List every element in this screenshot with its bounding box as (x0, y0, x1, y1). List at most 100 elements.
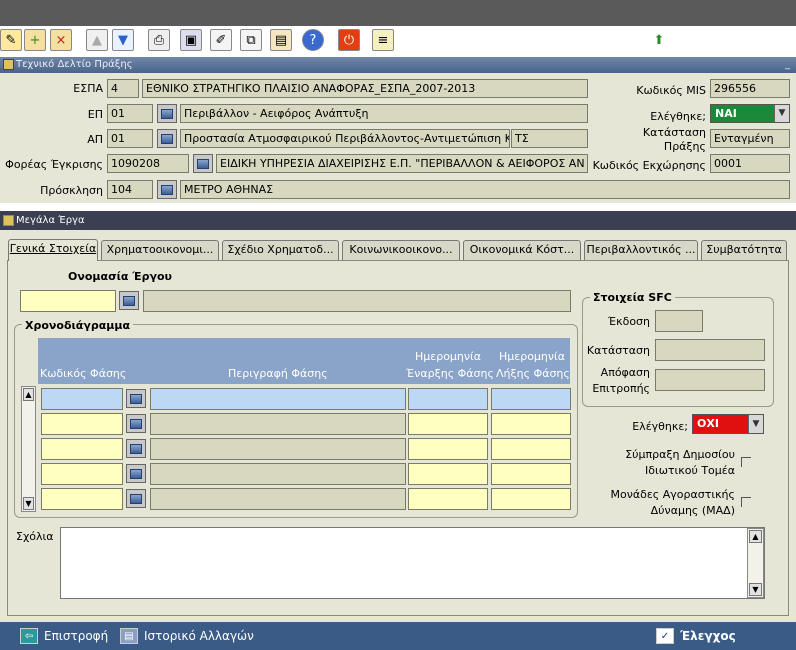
phase-desc-cell[interactable] (150, 438, 406, 460)
phase-lov-button[interactable] (126, 414, 146, 433)
history-icon: ▤ (120, 628, 138, 644)
save-icon[interactable]: ▣ (180, 29, 202, 51)
phase-lov-button[interactable] (126, 489, 146, 508)
comments-textarea[interactable] (60, 527, 765, 599)
project-name-field[interactable] (143, 290, 571, 312)
window-icon (3, 59, 14, 70)
phase-start-cell[interactable] (408, 488, 488, 510)
ppp-checkbox[interactable] (741, 457, 751, 467)
sfc-status-field[interactable] (655, 339, 765, 361)
toolbar: ✎ + × ▲ ▼ ⎙ ▣ ✐ ⧉ ▤ ? ⏻ ≡ ⬆ (0, 26, 796, 56)
tab-financial[interactable]: Χρηματοοικονομι... (101, 240, 219, 260)
phase-end-cell[interactable] (491, 438, 571, 460)
espa-code-field[interactable]: 4 (107, 79, 139, 98)
phase-start-cell[interactable] (408, 438, 488, 460)
phase-start-cell[interactable] (408, 388, 488, 410)
sfc-decision-field[interactable] (655, 369, 765, 391)
foreas-lov-button[interactable] (193, 154, 213, 173)
tab-environmental[interactable]: Περιβαλλοντικός ... (584, 240, 698, 260)
project-checked-dropdown[interactable]: ΟΧΙ ▼ (692, 414, 764, 434)
phase-start-cell[interactable] (408, 463, 488, 485)
back-button[interactable]: ⇦ Επιστροφή (20, 628, 108, 644)
phase-lov-button[interactable] (126, 464, 146, 483)
phase-lov-button[interactable] (126, 439, 146, 458)
ep-desc-field[interactable]: Περιβάλλον - Αειφόρος Ανάπτυξη (180, 104, 588, 123)
check-button[interactable]: ✓ Έλεγχος (656, 628, 736, 644)
ap-code-field[interactable]: 01 (107, 129, 153, 148)
phase-end-cell[interactable] (491, 488, 571, 510)
copy-icon[interactable]: ⧉ (240, 29, 262, 51)
list-icon[interactable]: ≡ (372, 29, 394, 51)
prosklisi-lov-button[interactable] (157, 180, 177, 199)
phase-end-cell[interactable] (491, 463, 571, 485)
phase-code-cell[interactable] (41, 463, 123, 485)
foreas-code-field[interactable]: 1090208 (107, 154, 189, 173)
history-button[interactable]: ▤ Ιστορικό Αλλαγών (120, 628, 254, 644)
sfc-edition-label: Έκδοση (607, 315, 650, 328)
list-of-values-icon (130, 418, 142, 429)
espa-desc-field[interactable]: ΕΘΝΙΚΟ ΣΤΡΑΤΗΓΙΚΟ ΠΛΑΙΣΙΟ ΑΝΑΦΟΡΑΣ_ΕΣΠΑ_… (142, 79, 588, 98)
edit-icon[interactable]: ✎ (0, 29, 22, 51)
down-arrow-icon[interactable]: ▼ (112, 29, 134, 51)
project-code-field[interactable] (20, 290, 116, 312)
minimize-icon[interactable]: _ (785, 57, 790, 73)
tab-socioeconomic[interactable]: Κοινωνικοοικονο... (342, 240, 460, 260)
scroll-up-icon[interactable]: ▲ (23, 388, 34, 401)
tab-compatibility[interactable]: Συμβατότητα (701, 240, 787, 260)
ekxorisi-label: Κωδικός Εκχώρησης (592, 159, 706, 172)
project-lov-button[interactable] (119, 291, 139, 310)
timeline-scrollbar[interactable]: ▲ ▼ (21, 386, 36, 512)
scroll-up-icon[interactable]: ▲ (749, 530, 762, 543)
projects-panel-title: Μεγάλα Έργα (0, 211, 796, 230)
header-panel-title: Τεχνικό Δελτίο Πράξης _ (0, 57, 796, 73)
paste-icon[interactable]: ▤ (270, 29, 292, 51)
list-of-values-icon (197, 158, 209, 169)
phase-start-cell[interactable] (408, 413, 488, 435)
comments-scrollbar[interactable]: ▲ ▼ (747, 528, 764, 598)
prosklisi-code-field[interactable]: 104 (107, 180, 153, 199)
phase-code-cell[interactable] (41, 388, 123, 410)
scroll-down-icon[interactable]: ▼ (749, 583, 762, 596)
help-icon[interactable]: ? (302, 29, 324, 51)
phase-desc-cell[interactable] (150, 488, 406, 510)
ap-desc-field[interactable]: Προστασία Ατμοσφαιρικού Περιβάλλοντος-Αν… (180, 129, 510, 148)
print-icon[interactable]: ⎙ (148, 29, 170, 51)
sfc-status-label: Κατάσταση (586, 344, 650, 357)
ekxorisi-field[interactable]: 0001 (710, 154, 790, 173)
ap-extra-field[interactable]: ΤΣ (511, 129, 588, 148)
foreas-desc-field[interactable]: ΕΙΔΙΚΗ ΥΠΗΡΕΣΙΑ ΔΙΑΧΕΙΡΙΣΗΣ Ε.Π. "ΠΕΡΙΒΑ… (216, 154, 588, 173)
header-checked-dropdown[interactable]: ΝΑΙ ▼ (710, 104, 790, 123)
sfc-decision-label-2: Επιτροπής (592, 382, 650, 395)
mad-checkbox[interactable] (741, 497, 751, 507)
prosklisi-desc-field[interactable]: ΜΕΤΡΟ ΑΘΗΝΑΣ (180, 180, 790, 199)
phase-code-cell[interactable] (41, 413, 123, 435)
ep-code-field[interactable]: 01 (107, 104, 153, 123)
notes-icon[interactable]: ✐ (210, 29, 232, 51)
status-label-1: Κατάσταση (642, 126, 706, 139)
menu-icon[interactable]: ⬆ (648, 29, 670, 51)
project-checked-label: Ελέγθηκε; (632, 420, 688, 433)
ap-lov-button[interactable] (157, 129, 177, 148)
sfc-edition-field[interactable] (655, 310, 703, 332)
phase-lov-button[interactable] (126, 389, 146, 408)
col-start-date-1: Ημερομηνία (415, 350, 482, 363)
delete-record-icon[interactable]: × (50, 29, 72, 51)
exit-icon[interactable]: ⏻ (338, 29, 360, 51)
tab-financing-plan[interactable]: Σχέδιο Χρηματοδ... (222, 240, 339, 260)
scroll-down-icon[interactable]: ▼ (23, 497, 34, 510)
mis-field[interactable]: 296556 (710, 79, 790, 98)
ep-lov-button[interactable] (157, 104, 177, 123)
phase-end-cell[interactable] (491, 413, 571, 435)
phase-end-cell[interactable] (491, 388, 571, 410)
phase-desc-cell[interactable] (150, 463, 406, 485)
status-field[interactable]: Ενταγμένη (710, 129, 790, 148)
tab-general[interactable]: Γενικά Στοιχεία (8, 239, 98, 261)
tab-economic-cost[interactable]: Οικονομικά Κόστ... (463, 240, 581, 260)
phase-desc-cell[interactable] (150, 388, 406, 410)
phase-code-cell[interactable] (41, 488, 123, 510)
phase-code-cell[interactable] (41, 438, 123, 460)
up-arrow-icon[interactable]: ▲ (86, 29, 108, 51)
list-of-values-icon (130, 393, 142, 404)
phase-desc-cell[interactable] (150, 413, 406, 435)
add-record-icon[interactable]: + (24, 29, 46, 51)
